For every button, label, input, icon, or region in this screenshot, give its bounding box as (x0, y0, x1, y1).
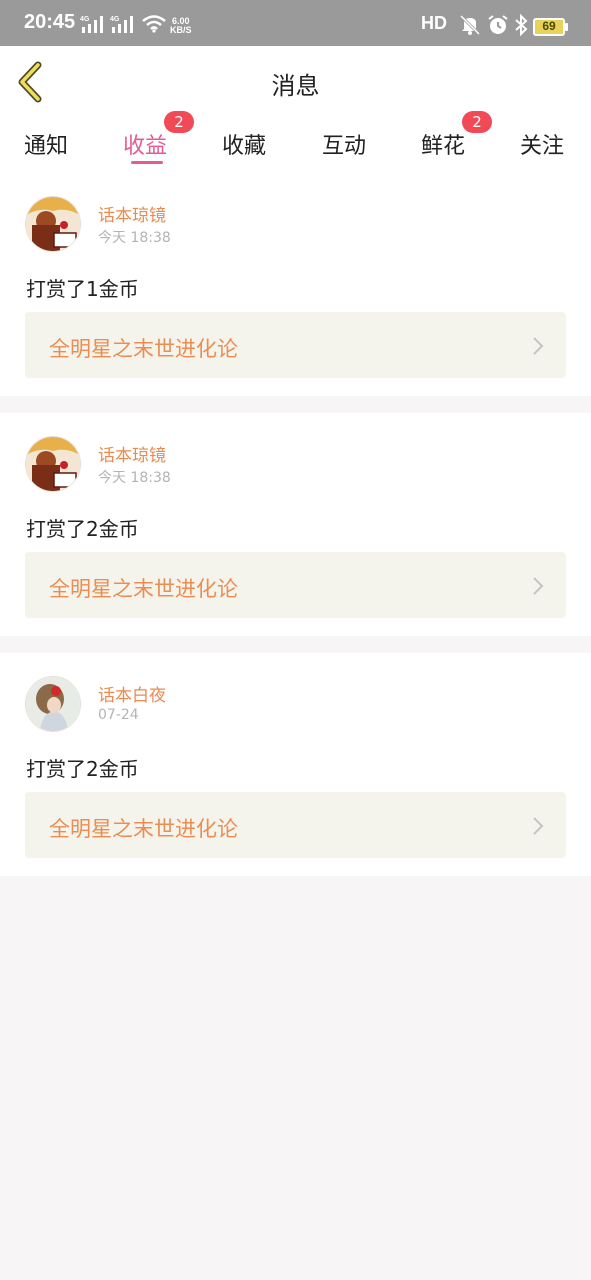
chevron-right-icon (533, 817, 544, 835)
message-card: 话本琼镜 今天 18:38 打赏了1金币 全明星之末世进化论 (0, 173, 591, 396)
sender-name[interactable]: 话本琼镜 (98, 441, 166, 466)
avatar[interactable] (25, 676, 81, 732)
tab-bar: 通知 收益 2 收藏 互动 鲜花 2 关注 (0, 111, 591, 174)
avatar[interactable] (25, 196, 81, 252)
svg-text:4G: 4G (110, 16, 120, 23)
signal-icon: 4G (80, 16, 103, 33)
app-header: 消息 (0, 46, 591, 119)
wifi-icon (142, 15, 166, 33)
bluetooth-icon (515, 14, 528, 36)
book-link[interactable]: 全明星之末世进化论 (25, 792, 566, 858)
message-time: 今天 18:38 (98, 470, 171, 486)
sender-name[interactable]: 话本白夜 (98, 681, 166, 706)
active-tab-indicator (131, 161, 163, 164)
book-link[interactable]: 全明星之末世进化论 (25, 312, 566, 378)
status-time: 20:45 (24, 11, 76, 33)
avatar[interactable] (25, 436, 81, 492)
message-content: 打赏了1金币 (26, 277, 139, 301)
message-content: 打赏了2金币 (26, 517, 139, 541)
tab-notifications[interactable]: 通知 (24, 128, 68, 160)
message-card: 话本琼镜 今天 18:38 打赏了2金币 全明星之末世进化论 (0, 413, 591, 636)
signal-icon-2: 4G (110, 16, 133, 33)
tab-flowers[interactable]: 鲜花 (421, 128, 465, 160)
mute-icon (459, 14, 481, 36)
battery-icon: 69 (533, 18, 568, 36)
book-title: 全明星之末世进化论 (49, 337, 238, 361)
sender-name[interactable]: 话本琼镜 (98, 201, 166, 226)
message-card: 话本白夜 07-24 打赏了2金币 全明星之末世进化论 (0, 653, 591, 876)
book-title: 全明星之末世进化论 (49, 817, 238, 841)
flowers-badge: 2 (462, 111, 492, 133)
chevron-right-icon (533, 577, 544, 595)
tab-earnings[interactable]: 收益 (123, 128, 167, 160)
hd-indicator: HD (421, 13, 447, 33)
tab-favorites[interactable]: 收藏 (222, 128, 266, 160)
svg-text:4G: 4G (80, 16, 90, 23)
alarm-icon (488, 15, 508, 34)
status-bar: 20:45 4G 4G 6.00 KB/S HD 69 (0, 0, 591, 46)
message-content: 打赏了2金币 (26, 757, 139, 781)
network-speed: 6.00 KB/S (170, 16, 192, 35)
tab-follows[interactable]: 关注 (520, 128, 564, 160)
earnings-badge: 2 (164, 111, 194, 133)
message-time: 今天 18:38 (98, 230, 171, 246)
chevron-right-icon (533, 337, 544, 355)
tab-interactions[interactable]: 互动 (322, 128, 366, 160)
book-title: 全明星之末世进化论 (49, 577, 238, 601)
message-time: 07-24 (98, 707, 139, 723)
page-title: 消息 (271, 72, 320, 100)
book-link[interactable]: 全明星之末世进化论 (25, 552, 566, 618)
